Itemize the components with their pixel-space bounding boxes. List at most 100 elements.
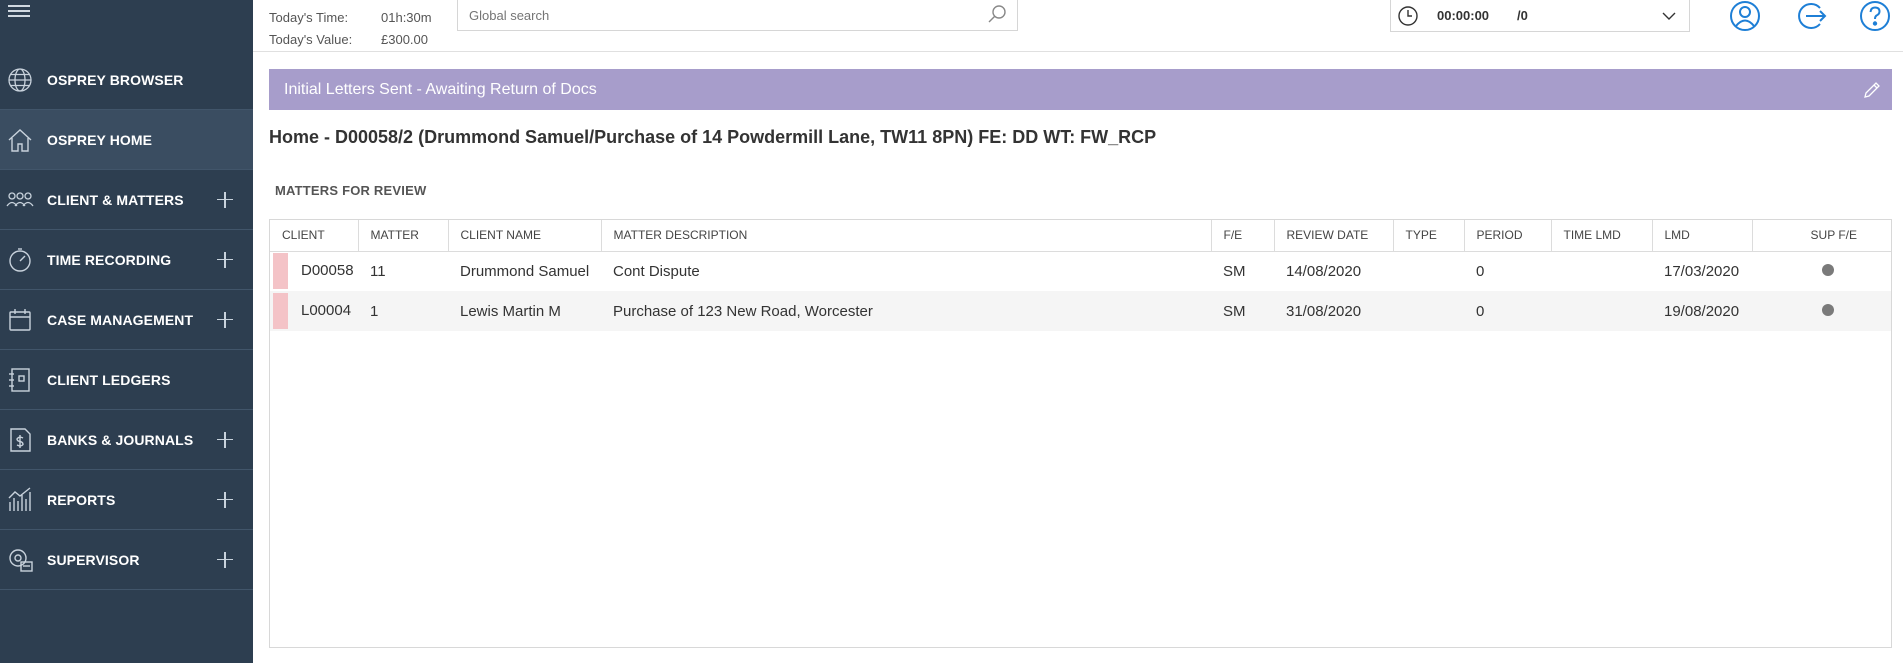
table-row[interactable]: D00058 11 Drummond Samuel Cont Dispute S… [270,251,1891,291]
expand-plus-icon[interactable] [217,191,233,208]
sidebar-nav: OSPREY BROWSER OSPREY HOME CLIENT & MATT… [0,50,253,590]
supervisor-gear-icon [5,545,35,575]
sidebar-item-osprey-home[interactable]: OSPREY HOME [0,110,253,170]
column-header[interactable]: LMD [1652,220,1753,252]
cell-sup-fe [1752,251,1891,291]
cell-description: Purchase of 123 New Road, Worcester [613,302,873,320]
today-value-value: £300.00 [381,31,428,47]
column-header[interactable]: TYPE [1393,220,1465,252]
cell-time-lmd [1551,291,1652,331]
status-dot-icon [1822,303,1834,316]
page-title: Home - D00058/2 (Drummond Samuel/Purchas… [269,127,1157,147]
column-header[interactable]: MATTER DESCRIPTION [601,220,1212,252]
column-header[interactable]: CLIENT NAME [448,220,602,252]
cell-client-name: Drummond Samuel [460,262,590,280]
edit-pencil-icon[interactable] [1862,80,1882,100]
cell-fe: SM [1223,302,1246,320]
sidebar-item-case-management[interactable]: CASE MANAGEMENT [0,290,253,350]
expand-plus-icon[interactable] [217,311,233,328]
sidebar-item-time-recording[interactable]: TIME RECORDING [0,230,253,290]
global-search [457,0,1018,31]
people-group-icon [5,185,35,215]
matters-review-table: CLIENT MATTER CLIENT NAME MATTER DESCRIP… [269,219,1892,648]
row-flag [273,293,288,329]
chevron-down-icon[interactable] [1661,8,1677,24]
section-title: MATTERS FOR REVIEW [275,183,427,198]
cell-lmd: 19/08/2020 [1664,302,1740,320]
global-search-input[interactable] [458,1,968,29]
column-header[interactable]: CLIENT [270,220,359,252]
timer-dropdown[interactable]: 00:00:00 /0 [1390,0,1690,32]
calendar-icon [5,305,35,335]
cell-client: D00058 [270,251,358,291]
column-header[interactable]: MATTER [358,220,449,252]
user-profile-icon[interactable] [1729,0,1761,32]
sidebar-item-label: TIME RECORDING [47,251,172,268]
money-document-icon [5,425,35,455]
hamburger-menu-icon[interactable] [8,2,30,20]
expand-plus-icon[interactable] [217,251,233,268]
today-value-label: Today's Value: [269,31,353,47]
column-header[interactable]: REVIEW DATE [1274,220,1394,252]
timer-count: /0 [1517,8,1528,23]
cell-period: 0 [1476,302,1485,320]
logout-icon[interactable] [1796,0,1828,32]
cell-matter: 11 [370,262,386,280]
column-header[interactable]: PERIOD [1464,220,1552,252]
sidebar-item-client-ledgers[interactable]: CLIENT LEDGERS [0,350,253,410]
cell-sup-fe [1752,291,1891,331]
today-summary: Today's Time: 01h:30m Today's Value: £30… [269,6,432,50]
sidebar-item-label: OSPREY HOME [47,131,153,148]
ledger-book-icon [5,365,35,395]
status-banner: Initial Letters Sent - Awaiting Return o… [269,69,1892,110]
sidebar-item-banks-journals[interactable]: BANKS & JOURNALS [0,410,253,470]
status-banner-text: Initial Letters Sent - Awaiting Return o… [284,80,597,98]
search-icon[interactable] [987,4,1007,24]
main-content: Initial Letters Sent - Awaiting Return o… [253,53,1903,663]
globe-www-icon [5,65,35,95]
cell-type [1393,251,1464,291]
cell-client: L00004 [270,291,358,331]
bar-chart-icon [5,485,35,515]
client-code: L00004 [301,301,352,319]
sidebar-item-label: CLIENT & MATTERS [47,191,184,208]
sidebar-item-label: REPORTS [47,491,116,508]
sidebar-item-label: OSPREY BROWSER [47,71,184,88]
column-header[interactable]: SUP F/E [1752,220,1891,252]
top-bar: Today's Time: 01h:30m Today's Value: £30… [253,0,1903,52]
column-header[interactable]: TIME LMD [1551,220,1653,252]
cell-matter: 1 [370,302,379,320]
cell-client-name: Lewis Martin M [460,302,561,320]
table-header-row: CLIENT MATTER CLIENT NAME MATTER DESCRIP… [270,220,1891,252]
sidebar-item-reports[interactable]: REPORTS [0,470,253,530]
row-flag [273,253,288,290]
sidebar-item-client-matters[interactable]: CLIENT & MATTERS [0,170,253,230]
cell-review-date: 31/08/2020 [1286,302,1362,320]
timer-value: 00:00:00 [1437,8,1490,23]
sidebar: OSPREY BROWSER OSPREY HOME CLIENT & MATT… [0,0,253,663]
cell-review-date: 14/08/2020 [1286,262,1362,280]
sidebar-item-label: CASE MANAGEMENT [47,311,194,328]
cell-fe: SM [1223,262,1246,280]
sidebar-item-label: SUPERVISOR [47,551,140,568]
sidebar-item-supervisor[interactable]: SUPERVISOR [0,530,253,590]
expand-plus-icon[interactable] [217,551,233,568]
help-icon[interactable] [1859,0,1891,32]
status-dot-icon [1822,263,1834,276]
stopwatch-icon [5,245,35,275]
cell-type [1393,291,1464,331]
table-row[interactable]: L00004 1 Lewis Martin M Purchase of 123 … [270,291,1891,331]
expand-plus-icon[interactable] [217,431,233,448]
clock-icon [1398,5,1418,26]
client-code: D00058 [301,262,354,280]
expand-plus-icon[interactable] [217,491,233,508]
home-icon [5,125,35,155]
column-header[interactable]: F/E [1211,220,1275,252]
cell-time-lmd [1551,251,1652,291]
today-time-value: 01h:30m [381,9,432,25]
cell-period: 0 [1476,262,1485,280]
sidebar-item-osprey-browser[interactable]: OSPREY BROWSER [0,50,253,110]
sidebar-item-label: BANKS & JOURNALS [47,431,194,448]
cell-description: Cont Dispute [613,262,700,280]
cell-lmd: 17/03/2020 [1664,262,1740,280]
